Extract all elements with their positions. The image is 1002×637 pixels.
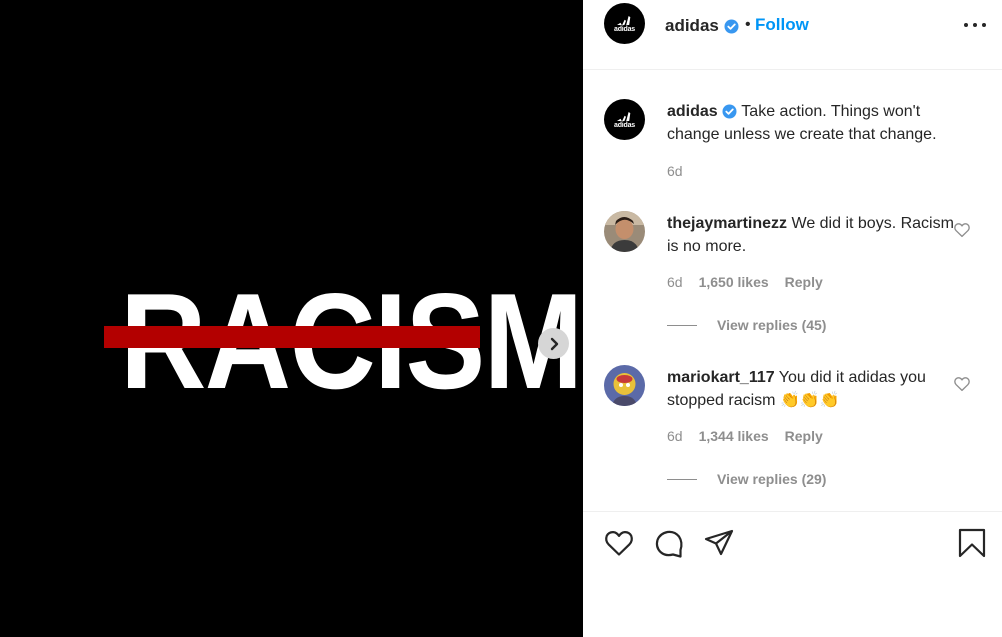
action-bar: [583, 511, 1002, 637]
heart-icon[interactable]: [953, 375, 971, 393]
heart-icon[interactable]: [603, 527, 635, 559]
bookmark-icon[interactable]: [956, 527, 988, 559]
post-media[interactable]: RACISM: [0, 0, 583, 637]
comment-icon[interactable]: [653, 527, 685, 559]
separator-dot: •: [745, 16, 751, 33]
comment-likes[interactable]: 1,650 likes: [699, 274, 769, 290]
user-photo-icon: [604, 365, 645, 406]
comment-text-block: mariokart_117 You did it adidas you stop…: [667, 366, 967, 412]
view-replies-button[interactable]: View replies (45): [667, 317, 826, 333]
avatar[interactable]: adidas: [604, 99, 645, 140]
caption-text-block: adidas Take action. Things won't change …: [667, 100, 967, 146]
adidas-logo-icon: [616, 16, 630, 25]
comments-list[interactable]: adidas adidas Take action. Things won't …: [583, 71, 1002, 511]
avatar[interactable]: [604, 211, 645, 252]
comment-meta: 6d 1,650 likes Reply: [667, 274, 823, 290]
post-sidebar: adidas adidas • Follow adidas adidas Tak…: [583, 0, 1002, 637]
avatar[interactable]: adidas: [604, 3, 645, 44]
comment-username[interactable]: mariokart_117: [667, 369, 775, 386]
heart-icon[interactable]: [953, 221, 971, 239]
clap-emoji: 👏👏👏: [779, 392, 840, 409]
comment-time: 6d: [667, 274, 683, 290]
follow-button[interactable]: Follow: [755, 15, 809, 35]
adidas-wordmark: adidas: [614, 122, 635, 129]
more-horizontal-icon[interactable]: [964, 21, 986, 29]
strikethrough-bar: [104, 326, 480, 348]
paper-plane-icon[interactable]: [703, 527, 735, 559]
reply-button[interactable]: Reply: [785, 428, 823, 444]
user-photo-icon: [604, 211, 645, 252]
caption-username[interactable]: adidas: [667, 103, 718, 120]
avatar[interactable]: [604, 365, 645, 406]
comment-likes[interactable]: 1,344 likes: [699, 428, 769, 444]
caption-meta: 6d: [667, 163, 683, 179]
post-header: adidas adidas • Follow: [583, 0, 1002, 70]
adidas-wordmark: adidas: [614, 26, 635, 33]
divider: [667, 324, 697, 326]
adidas-logo-icon: [616, 112, 630, 121]
header-username-text: adidas: [665, 16, 719, 35]
view-replies-button[interactable]: View replies (29): [667, 471, 826, 487]
next-image-button[interactable]: [538, 328, 569, 359]
divider: [667, 478, 697, 480]
caption-time: 6d: [667, 163, 683, 179]
view-replies-label: View replies (45): [717, 317, 827, 333]
reply-button[interactable]: Reply: [785, 274, 823, 290]
verified-badge-icon: [722, 104, 737, 119]
view-replies-label: View replies (29): [717, 471, 827, 487]
comment-time: 6d: [667, 428, 683, 444]
verified-badge-icon: [724, 19, 739, 34]
chevron-right-icon: [550, 337, 558, 350]
header-username[interactable]: adidas: [665, 16, 739, 36]
comment-meta: 6d 1,344 likes Reply: [667, 428, 823, 444]
comment-text-block: thejaymartinezz We did it boys. Racism i…: [667, 212, 967, 258]
comment-username[interactable]: thejaymartinezz: [667, 215, 787, 232]
